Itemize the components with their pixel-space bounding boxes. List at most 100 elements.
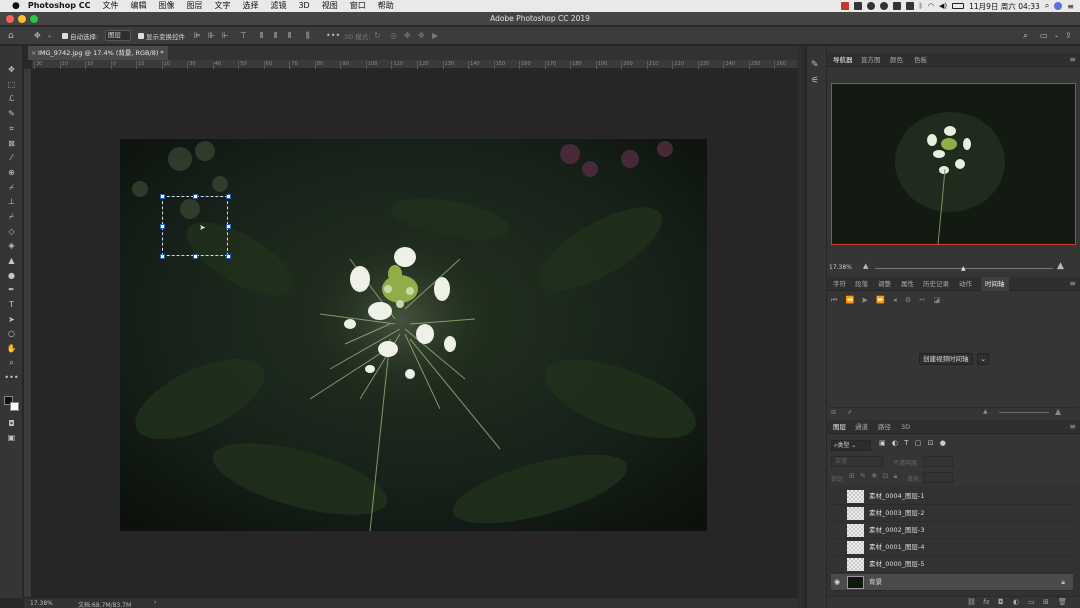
timeline-zoom-in-icon[interactable]: ▲ bbox=[1055, 407, 1061, 416]
blur-icon[interactable]: ▲ bbox=[4, 255, 19, 266]
gradient-icon[interactable]: ◈ bbox=[4, 240, 19, 251]
panel-menu-icon[interactable]: ≡ bbox=[1069, 53, 1076, 67]
transform-handle[interactable] bbox=[160, 194, 165, 199]
auto-select-dropdown[interactable]: 图层 bbox=[105, 30, 131, 41]
home-icon[interactable]: ⌂ bbox=[8, 31, 14, 41]
wifi-icon[interactable]: ◠ bbox=[928, 2, 934, 10]
zoom-in-icon[interactable]: ▲ bbox=[1057, 261, 1064, 271]
shape-icon[interactable]: ○ bbox=[4, 328, 19, 339]
delete-layer-icon[interactable]: 🗑︎ bbox=[1058, 598, 1067, 606]
path-select-icon[interactable]: ➤ bbox=[4, 314, 19, 325]
brush-icon[interactable]: ⌿ bbox=[4, 182, 19, 193]
menu-layer[interactable]: 图层 bbox=[186, 0, 202, 12]
more-options-icon[interactable]: ••• bbox=[326, 31, 340, 41]
zoom-level[interactable]: 17.38% bbox=[30, 600, 53, 607]
eraser-icon[interactable]: ◇ bbox=[4, 226, 19, 237]
adjust-icon[interactable]: ⚟ bbox=[811, 76, 819, 86]
wechat-icon[interactable] bbox=[879, 2, 888, 10]
tab-character[interactable]: 字符 bbox=[833, 277, 846, 291]
layer-name[interactable]: 背景 bbox=[869, 574, 882, 591]
layer-row[interactable]: 素材_0002_图层-3 bbox=[831, 522, 1073, 539]
prev-frame-icon[interactable]: ⏪ bbox=[846, 296, 855, 304]
frame-icon[interactable]: ⊠ bbox=[4, 138, 19, 149]
layer-name[interactable]: 素材_0002_图层-3 bbox=[869, 522, 925, 539]
crop-icon[interactable]: ⌗ bbox=[4, 123, 19, 134]
split-icon[interactable]: ✂ bbox=[919, 296, 925, 304]
brush-settings-icon[interactable]: ✎ bbox=[811, 60, 819, 70]
status-menu-icon[interactable]: › bbox=[154, 599, 156, 606]
lasso-icon[interactable]: ℒ bbox=[4, 93, 19, 104]
align-top-icon[interactable]: ⊤ bbox=[240, 31, 247, 41]
background-color-swatch[interactable] bbox=[10, 402, 19, 411]
filter-shape-icon[interactable]: ▢ bbox=[915, 439, 922, 447]
clock-text[interactable]: 11月9日 周六 04:33 bbox=[969, 1, 1040, 12]
stamp-icon[interactable]: ⊥ bbox=[4, 196, 19, 207]
menu-edit[interactable]: 编辑 bbox=[130, 0, 146, 12]
move-tool-icon[interactable]: ✥ bbox=[34, 31, 41, 41]
lock-pixels-icon[interactable]: ✎ bbox=[860, 472, 866, 480]
timeline-zoom-slider[interactable] bbox=[999, 412, 1049, 413]
menu-filter[interactable]: 滤镜 bbox=[270, 0, 286, 12]
menu-app-name[interactable]: Photoshop CC bbox=[28, 0, 91, 12]
chat-icon[interactable] bbox=[866, 2, 875, 10]
auto-select-checkbox[interactable] bbox=[62, 33, 68, 39]
add-mask-icon[interactable]: ◘ bbox=[998, 598, 1004, 606]
tab-properties[interactable]: 属性 bbox=[901, 277, 914, 291]
tab-close-icon[interactable]: × bbox=[31, 46, 36, 60]
tab-adjustments[interactable]: 调整 bbox=[878, 277, 891, 291]
align-center-icon[interactable]: ⊪ bbox=[208, 31, 215, 41]
menu-window[interactable]: 窗口 bbox=[350, 0, 366, 12]
healing-icon[interactable]: ⊕ bbox=[4, 167, 19, 178]
3d-roll-icon[interactable]: ◎ bbox=[390, 31, 397, 41]
tab-channels[interactable]: 通道 bbox=[855, 420, 868, 434]
timeline-dropdown-chevron-icon[interactable]: ⌄ bbox=[977, 353, 989, 365]
lock-position-icon[interactable]: ✥ bbox=[871, 472, 877, 480]
transform-handle[interactable] bbox=[193, 254, 198, 259]
tab-paths[interactable]: 路径 bbox=[878, 420, 891, 434]
hand-icon[interactable]: ✋ bbox=[4, 343, 19, 354]
fill-input[interactable] bbox=[923, 472, 953, 483]
tab-paragraph[interactable]: 段落 bbox=[855, 277, 868, 291]
display-icon[interactable] bbox=[905, 2, 914, 10]
opacity-input[interactable] bbox=[923, 456, 953, 467]
distribute-bottom-icon[interactable]: ⫴ bbox=[288, 31, 291, 41]
tab-layers[interactable]: 图层 bbox=[833, 420, 846, 434]
workspace-chevron-icon[interactable]: ⌄ bbox=[1054, 31, 1059, 41]
show-transform-checkbox[interactable] bbox=[138, 33, 144, 39]
dodge-icon[interactable]: ● bbox=[4, 270, 19, 281]
first-frame-icon[interactable]: ⏮ bbox=[831, 296, 837, 304]
new-group-icon[interactable]: ▭ bbox=[1028, 598, 1035, 606]
3d-slide-icon[interactable]: ✥ bbox=[418, 31, 425, 41]
vertical-scrollbar[interactable] bbox=[798, 46, 804, 608]
bluetooth-icon[interactable]: ᛒ bbox=[919, 2, 923, 10]
tab-actions[interactable]: 动作 bbox=[959, 277, 972, 291]
screen-mode-icon[interactable]: ▣ bbox=[4, 432, 19, 443]
layer-name[interactable]: 素材_0004_图层-1 bbox=[869, 488, 925, 505]
layer-name[interactable]: 素材_0003_图层-2 bbox=[869, 505, 925, 522]
battery-icon[interactable] bbox=[952, 3, 965, 9]
panel-menu-icon[interactable]: ≡ bbox=[1069, 420, 1076, 434]
transition-icon[interactable]: ◪ bbox=[933, 296, 940, 304]
tab-color[interactable]: 颜色 bbox=[890, 53, 903, 67]
tab-histogram[interactable]: 直方图 bbox=[861, 53, 881, 67]
layer-row[interactable]: 素材_0004_图层-1 bbox=[831, 488, 1073, 505]
transform-bounding-box[interactable]: ➤ bbox=[160, 194, 231, 259]
filter-pixel-icon[interactable]: ▣ bbox=[879, 439, 886, 447]
create-video-timeline-button[interactable]: 创建视频时间轴 bbox=[919, 353, 973, 365]
tab-timeline[interactable]: 时间轴 bbox=[981, 277, 1009, 291]
transform-handle[interactable] bbox=[226, 224, 231, 229]
lock-artboard-icon[interactable]: ⊡ bbox=[882, 472, 888, 480]
tab-history[interactable]: 历史记录 bbox=[923, 277, 949, 291]
search-icon[interactable]: ⌕ bbox=[1023, 31, 1028, 41]
layer-name[interactable]: 素材_0001_图层-4 bbox=[869, 539, 925, 556]
panel-menu-icon[interactable]: ≡ bbox=[1069, 277, 1076, 291]
layer-row[interactable]: 素材_0001_图层-4 bbox=[831, 539, 1073, 556]
chevron-down-icon[interactable]: ⌄ bbox=[47, 31, 52, 41]
transform-handle[interactable] bbox=[226, 194, 231, 199]
spotlight-icon[interactable]: ⌕ bbox=[1045, 1, 1049, 11]
zoom-slider-thumb[interactable]: ▲ bbox=[961, 265, 966, 272]
link-layers-icon[interactable]: ⛓ bbox=[967, 598, 976, 606]
filter-adjustment-icon[interactable]: ◐ bbox=[892, 439, 898, 447]
blend-mode-dropdown[interactable]: 正常 bbox=[831, 456, 883, 467]
volume-icon[interactable]: ◀) bbox=[939, 2, 947, 10]
